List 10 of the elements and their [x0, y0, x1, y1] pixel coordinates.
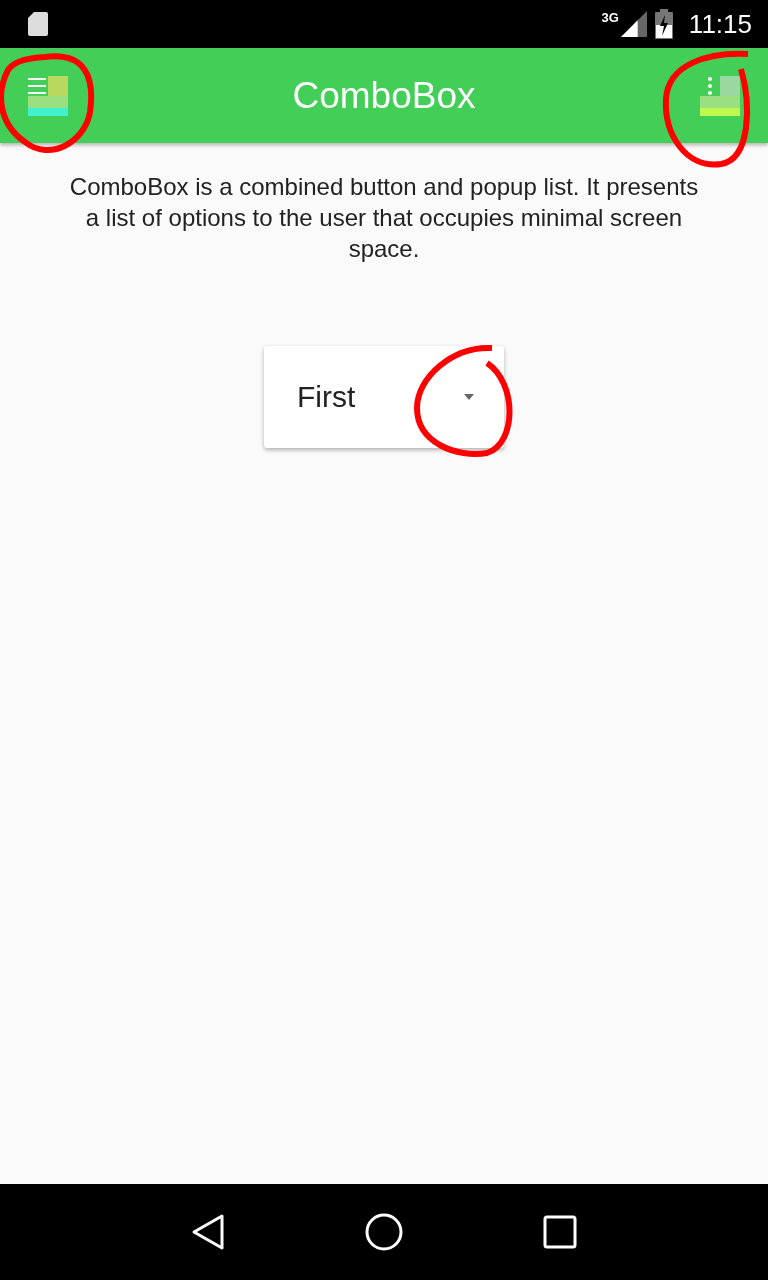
home-icon[interactable]: [364, 1212, 404, 1252]
sd-card-icon: [28, 12, 48, 36]
app-title: ComboBox: [292, 74, 476, 117]
clock: 11:15: [688, 8, 752, 40]
combo-box[interactable]: First: [264, 346, 504, 448]
description-text: ComboBox is a combined button and popup list. It presents a list of options to the user that occupies minimal screen space.: [68, 172, 700, 264]
battery-icon: [654, 9, 673, 39]
signal-icon: [620, 11, 647, 37]
network-type: 3G: [601, 10, 619, 25]
dropdown-caret-icon: [464, 394, 474, 400]
